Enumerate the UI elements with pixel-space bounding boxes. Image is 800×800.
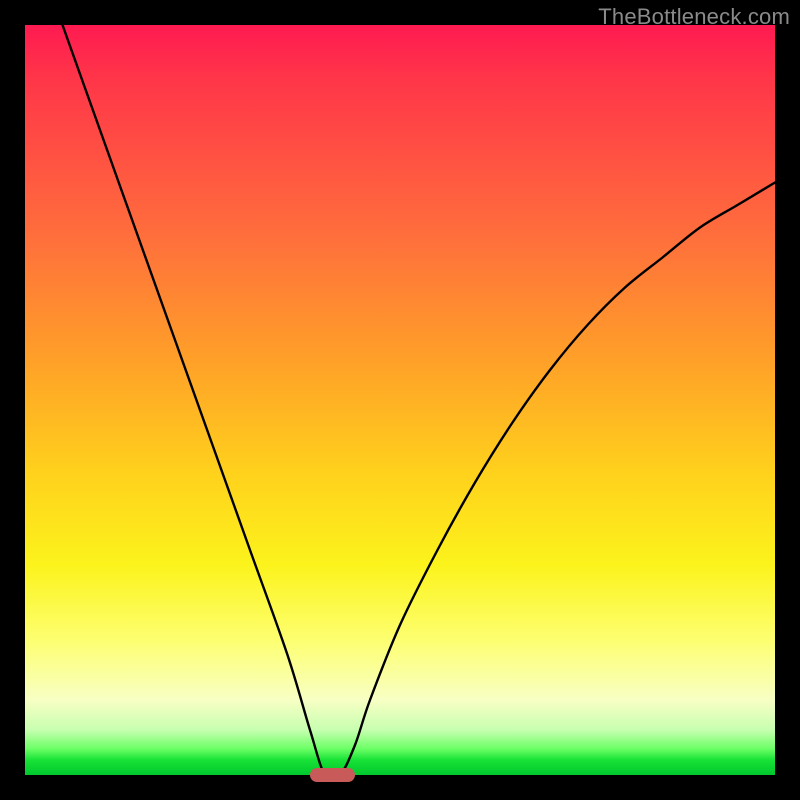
chart-frame: TheBottleneck.com xyxy=(0,0,800,800)
watermark-text: TheBottleneck.com xyxy=(598,4,790,30)
optimum-marker xyxy=(310,768,355,782)
bottleneck-curve xyxy=(25,25,775,775)
chart-plot-area xyxy=(25,25,775,775)
